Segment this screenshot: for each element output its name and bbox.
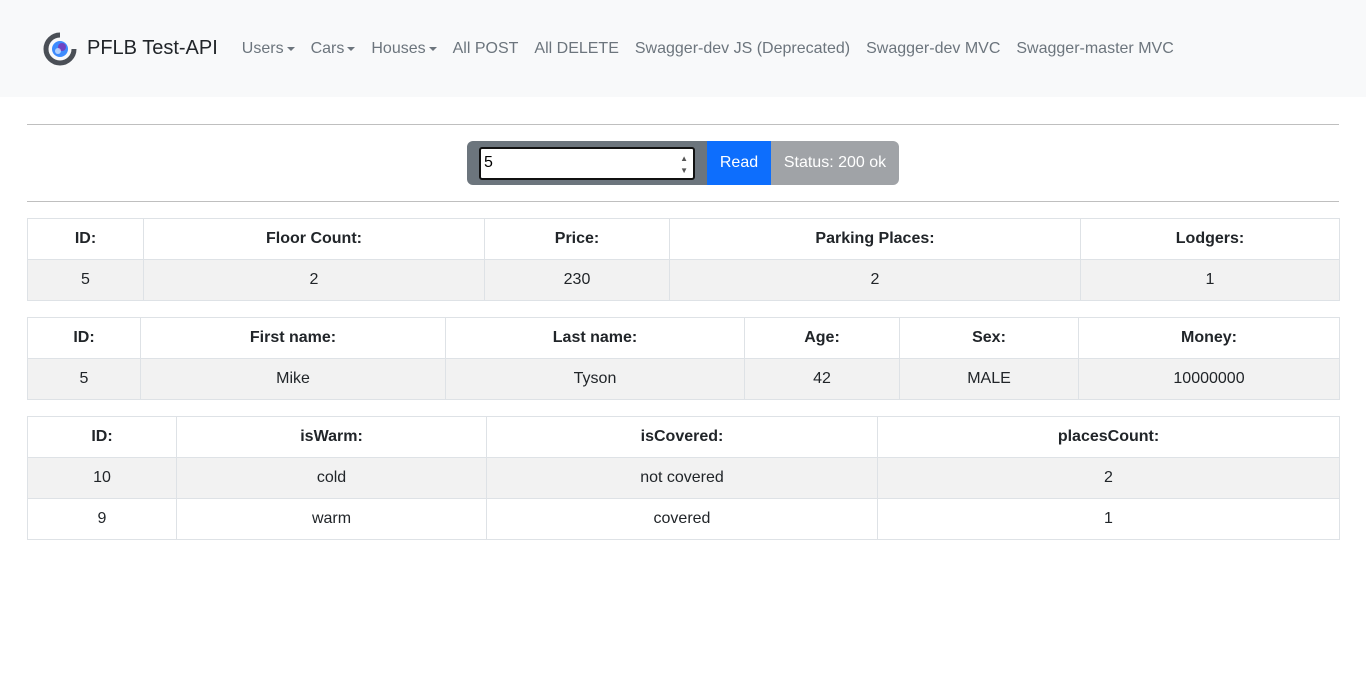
table-cell: 2 (143, 259, 485, 301)
pflb-logo-icon (43, 31, 77, 65)
table-row: 10 cold not covered 2 (27, 457, 1340, 499)
table-cell: 1 (1080, 259, 1340, 301)
col-header: ID: (27, 218, 144, 260)
house-table: ID: Floor Count: Price: Parking Places: … (27, 218, 1340, 301)
col-header: placesCount: (877, 416, 1340, 458)
col-header: isWarm: (176, 416, 487, 458)
col-header: isCovered: (486, 416, 878, 458)
table-cell: 9 (27, 498, 177, 540)
parking-table: ID: isWarm: isCovered: placesCount: 10 c… (27, 416, 1340, 540)
nav-users-dropdown[interactable]: Users (242, 40, 295, 58)
table-cell: Tyson (445, 358, 745, 400)
table-row: 5 2 230 2 1 (27, 259, 1340, 301)
nav-swagger-master-mvc[interactable]: Swagger-master MVC (1016, 40, 1173, 58)
table-cell: 2 (669, 259, 1081, 301)
brand-name: PFLB Test-API (87, 37, 218, 59)
nav-houses-dropdown[interactable]: Houses (371, 39, 437, 58)
nav-swagger-dev-js[interactable]: Swagger-dev JS (Deprecated) (635, 40, 850, 58)
col-header: ID: (27, 317, 141, 359)
table-row: 9 warm covered 1 (27, 498, 1340, 540)
caret-down-icon (428, 46, 437, 51)
col-header: Floor Count: (143, 218, 485, 260)
lodger-table: ID: First name: Last name: Age: Sex: Mon… (27, 317, 1340, 400)
divider-top (27, 124, 1339, 125)
col-header: Last name: (445, 317, 745, 359)
nav-link-label: Houses (371, 39, 426, 57)
table-cell: MALE (899, 358, 1079, 400)
table-cell: cold (176, 457, 487, 499)
table-cell: 1 (877, 498, 1340, 540)
col-header: Money: (1078, 317, 1340, 359)
table-cell: 230 (484, 259, 670, 301)
col-header: Price: (484, 218, 670, 260)
table-cell: 10000000 (1078, 358, 1340, 400)
spin-up-icon[interactable]: ▲ (680, 154, 688, 163)
read-button[interactable]: Read (707, 141, 771, 185)
house-id-input-value: 5 (484, 154, 493, 171)
table-header-row: ID: Floor Count: Price: Parking Places: … (27, 218, 1340, 260)
col-header: Parking Places: (669, 218, 1081, 260)
read-input-group: 5 ▲ ▼ Read Status: 200 ok (467, 141, 899, 185)
status-badge: Status: 200 ok (771, 141, 899, 185)
table-header-row: ID: isWarm: isCovered: placesCount: (27, 416, 1340, 458)
nav-all-post[interactable]: All POST (453, 40, 519, 58)
brand[interactable]: PFLB Test-API (43, 31, 218, 66)
col-header: First name: (140, 317, 446, 359)
caret-down-icon (286, 46, 295, 51)
nav-swagger-dev-mvc[interactable]: Swagger-dev MVC (866, 40, 1000, 58)
table-cell: 5 (27, 358, 141, 400)
divider-bottom (27, 201, 1339, 202)
nav-link-label: Cars (310, 39, 345, 57)
col-header: ID: (27, 416, 177, 458)
col-header: Lodgers: (1080, 218, 1340, 260)
input-group-wrapper: 5 ▲ ▼ (467, 141, 707, 185)
house-id-input[interactable]: 5 ▲ ▼ (479, 146, 695, 180)
number-spinner[interactable]: ▲ ▼ (680, 154, 688, 175)
table-cell: not covered (486, 457, 878, 499)
table-header-row: ID: First name: Last name: Age: Sex: Mon… (27, 317, 1340, 359)
table-row: 5 Mike Tyson 42 MALE 10000000 (27, 358, 1340, 400)
navbar: PFLB Test-API Users Cars Houses All POST… (0, 0, 1366, 97)
table-cell: 5 (27, 259, 144, 301)
nav-link-label: Users (241, 39, 284, 57)
caret-down-icon (347, 46, 356, 51)
nav-cars-dropdown[interactable]: Cars (311, 40, 356, 58)
table-cell: 10 (27, 457, 177, 499)
col-header: Sex: (899, 317, 1079, 359)
col-header: Age: (744, 317, 900, 359)
nav-all-delete[interactable]: All DELETE (534, 40, 618, 58)
table-cell: warm (176, 498, 487, 540)
table-cell: 42 (744, 358, 900, 400)
spin-down-icon[interactable]: ▼ (680, 166, 688, 175)
table-cell: 2 (877, 457, 1340, 499)
table-cell: covered (486, 498, 878, 540)
table-cell: Mike (140, 358, 446, 400)
